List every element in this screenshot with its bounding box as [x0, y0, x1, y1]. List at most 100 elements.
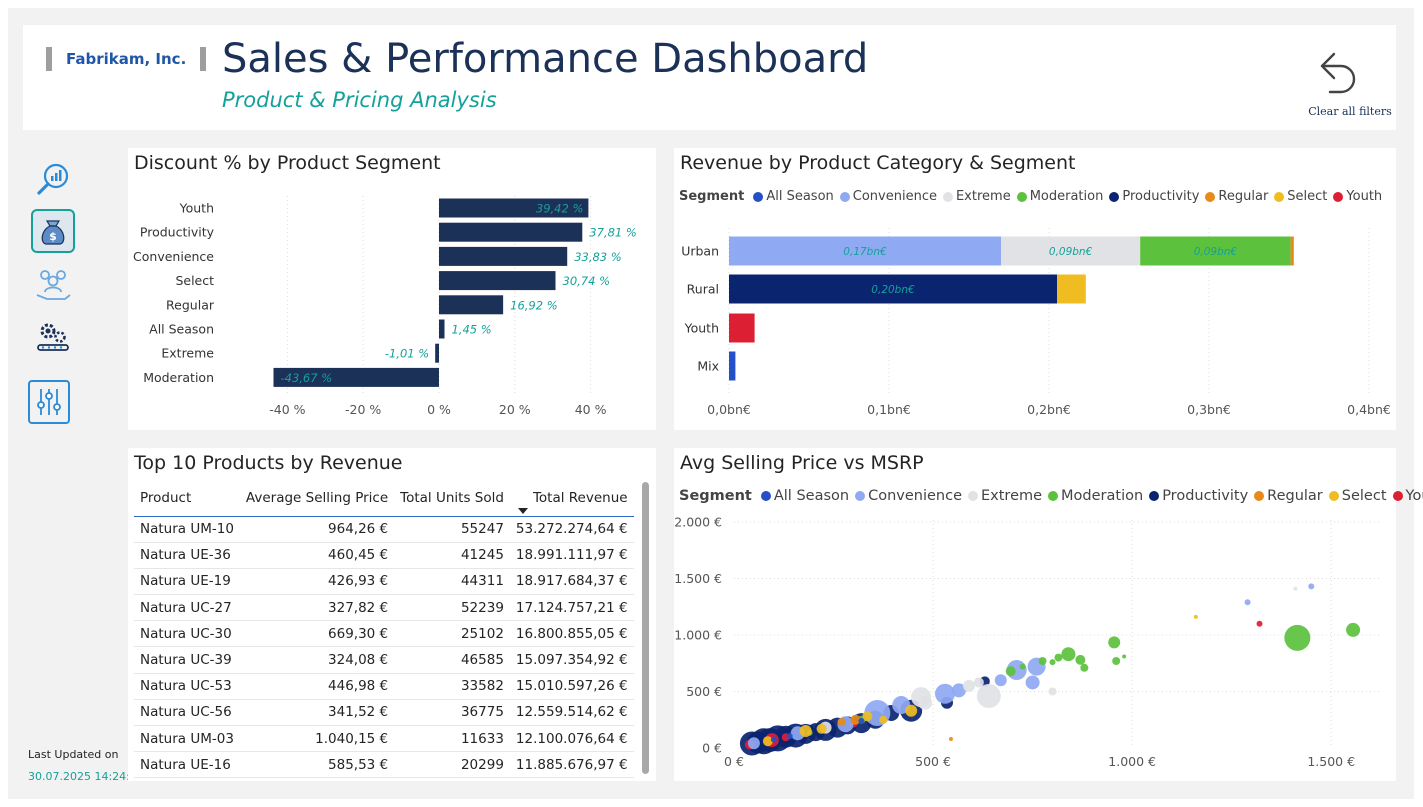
table-row[interactable]: Natura UC-53 446,98 €33582 15.010.597,26 €	[134, 673, 634, 700]
bar-data-label: 16,92 %	[510, 298, 558, 312]
scatter-point[interactable]	[994, 674, 1007, 687]
nav-operations[interactable]	[31, 316, 75, 360]
table-scrollbar[interactable]	[642, 482, 649, 774]
units-cell: 46585	[394, 646, 510, 674]
logo-bar-left	[46, 47, 52, 71]
category-label: Select	[175, 273, 214, 288]
bar-data-label: 37,81 %	[589, 226, 637, 240]
discount-chart: -40 % -20 % 0 % 20 % 40 % Youth 39,42 % Product…	[133, 196, 637, 417]
revenue-cell: 53.272.274,64 €	[509, 516, 634, 543]
nav-filters[interactable]	[28, 380, 70, 424]
scatter-point[interactable]	[1080, 663, 1089, 672]
scatter-point[interactable]	[1244, 599, 1251, 606]
table-row[interactable]: Natura UE-36 460,45 €41245 18.991.111,97 €	[134, 542, 634, 569]
scatter-point[interactable]	[799, 725, 812, 738]
scatter-point[interactable]	[1256, 620, 1263, 627]
table-row[interactable]: Natura UM-10 964,26 €55247 53.272.274,64 €	[134, 516, 634, 543]
scatter-point[interactable]	[905, 704, 918, 717]
scatter-point[interactable]	[935, 683, 956, 704]
revenue-bar-segment[interactable]	[729, 351, 736, 381]
scatter-point[interactable]	[1061, 647, 1076, 662]
scatter-point[interactable]	[770, 736, 777, 743]
col-avg-price[interactable]: Average Selling Price	[240, 480, 394, 516]
x-tick-label: 1.000 €	[1108, 754, 1156, 769]
product-cell: Natura UC-56	[134, 699, 240, 727]
revenue-bar-segment[interactable]	[1290, 236, 1294, 266]
discount-bar[interactable]	[439, 222, 583, 242]
product-cell: Natura UC-39	[134, 646, 240, 674]
y-tick-label: 500 €	[686, 684, 722, 699]
scatter-point[interactable]	[1019, 663, 1026, 670]
scatter-point[interactable]	[1075, 654, 1086, 665]
scatter-point[interactable]	[858, 717, 865, 724]
avg-price-cell: 585,53 €	[239, 751, 395, 779]
sliders-icon	[37, 389, 61, 415]
table-row[interactable]: Natura UE-19 426,93 €44311 18.917.684,37 €	[134, 568, 634, 596]
page-subtitle: Product & Pricing Analysis	[222, 88, 497, 112]
nav-search-analytics[interactable]	[31, 157, 75, 201]
scatter-point[interactable]	[1308, 583, 1315, 590]
col-total-revenue[interactable]: Total Revenue	[510, 480, 634, 516]
scatter-point[interactable]	[747, 737, 760, 750]
scatter-point[interactable]	[1293, 586, 1298, 591]
col-product[interactable]: Product	[134, 480, 240, 516]
last-updated-value: 30.07.2025 14:24:33	[28, 770, 144, 783]
scatter-point[interactable]	[1025, 675, 1040, 690]
product-cell: Natura UC-30	[134, 620, 240, 648]
x-tick-label: 40 %	[575, 402, 607, 417]
table-row[interactable]: Natura UC-27 327,82 €52239 17.124.757,21 €	[134, 594, 634, 622]
revenue-cell: 11.885.676,97 €	[509, 751, 634, 779]
scatter-point[interactable]	[816, 723, 827, 734]
units-cell: 33582	[394, 673, 510, 700]
discount-bar[interactable]	[439, 319, 445, 339]
scatter-point[interactable]	[976, 684, 1001, 709]
clear-filters-button[interactable]: Clear all filters	[1300, 44, 1400, 122]
revenue-cell: 17.124.757,21 €	[509, 594, 634, 622]
scatter-point[interactable]	[1005, 666, 1016, 677]
table-row[interactable]: Natura UC-39 324,08 €46585 15.097.354,92 €	[134, 646, 634, 674]
scatter-point[interactable]	[1049, 659, 1056, 666]
scatter-point[interactable]	[918, 695, 933, 710]
units-cell: 20299	[394, 751, 510, 779]
scatter-point[interactable]	[1038, 656, 1047, 665]
scatter-point[interactable]	[786, 733, 793, 740]
discount-bar[interactable]	[439, 246, 568, 266]
customers-icon	[36, 270, 71, 300]
scatter-point[interactable]	[1112, 656, 1121, 665]
scatter-point[interactable]	[1054, 653, 1063, 662]
scatter-point[interactable]	[1284, 624, 1311, 651]
table-row[interactable]: Natura UM-03 1.040,15 €11633 12.100.076,64…	[134, 725, 634, 753]
avg-price-cell: 324,08 €	[239, 646, 395, 674]
table-row[interactable]: Natura UE-16 585,53 €20299 11.885.676,97 €	[134, 751, 634, 779]
scatter-point[interactable]	[948, 736, 953, 741]
scatter-point[interactable]	[1108, 636, 1121, 649]
discount-bar[interactable]	[435, 343, 439, 363]
bar-data-label: 1,45 %	[451, 323, 491, 337]
product-cell: Natura UC-27	[134, 594, 240, 622]
scatter-point[interactable]	[962, 679, 975, 692]
table-row[interactable]: Natura UC-30 669,30 €25102 16.800.855,05 €	[134, 620, 634, 648]
scatter-point[interactable]	[1193, 614, 1198, 619]
company-logo: Fabrikam, Inc.	[46, 47, 207, 71]
product-cell: Natura UM-03	[134, 725, 240, 753]
table-row[interactable]: Natura UC-56 341,52 €36775 12.559.514,62 €	[134, 699, 634, 727]
bar-data-label: 39,42 %	[536, 202, 584, 216]
legend-item[interactable]: Youth	[1392, 488, 1423, 504]
revenue-bar-segment[interactable]	[1057, 274, 1086, 304]
revenue-bar-segment[interactable]	[729, 313, 755, 343]
nav-customers[interactable]	[31, 263, 75, 307]
x-tick-label: 0,2bn€	[1027, 402, 1071, 417]
scatter-point[interactable]	[837, 718, 846, 727]
scatter-point[interactable]	[879, 715, 888, 724]
col-units-sold[interactable]: Total Units Sold	[394, 480, 510, 516]
nav-pricing[interactable]: $	[31, 209, 75, 253]
units-cell: 55247	[394, 516, 510, 543]
discount-bar[interactable]	[439, 271, 556, 291]
discount-bar[interactable]	[439, 295, 504, 315]
x-tick-label: 0,0bn€	[707, 402, 751, 417]
category-label: All Season	[149, 322, 214, 337]
scatter-point[interactable]	[1122, 654, 1127, 659]
col-total-revenue-label: Total Revenue	[532, 489, 628, 506]
scatter-point[interactable]	[1048, 687, 1057, 696]
scatter-point[interactable]	[1346, 622, 1361, 637]
